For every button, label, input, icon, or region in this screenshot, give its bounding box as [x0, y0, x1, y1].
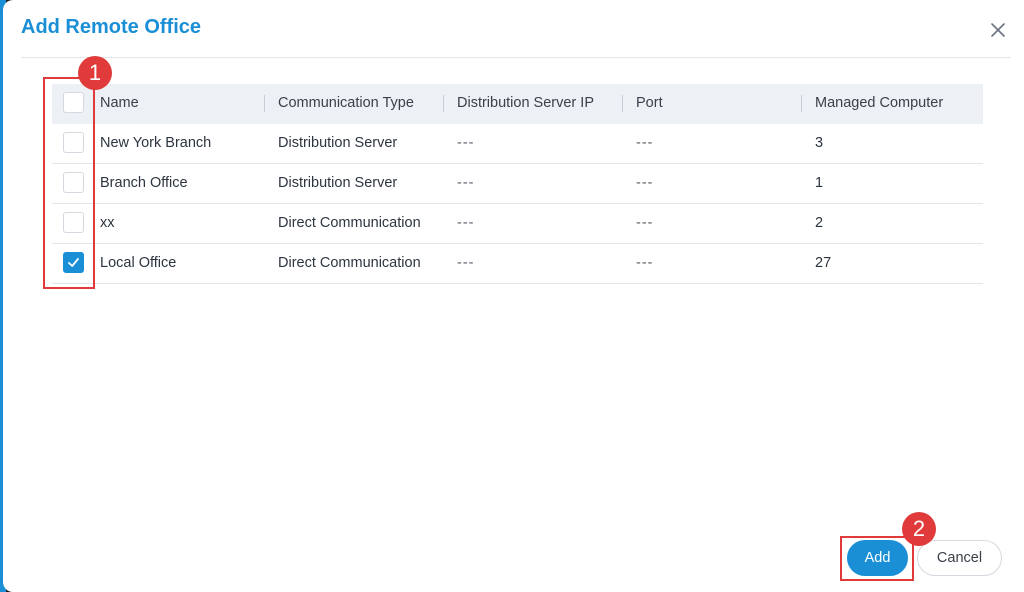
annotation-highlight-checkboxes — [43, 77, 95, 289]
office-name: New York Branch — [100, 135, 212, 151]
port: --- — [636, 135, 654, 151]
annotation-badge-2: 2 — [902, 512, 936, 546]
managed-computer-count: 27 — [815, 255, 832, 271]
communication-type: Direct Communication — [278, 215, 421, 231]
column-divider[interactable] — [622, 95, 623, 112]
managed-computer-count: 1 — [815, 175, 824, 191]
close-icon — [991, 23, 1005, 37]
communication-type: Distribution Server — [278, 135, 398, 151]
communication-type: Direct Communication — [278, 255, 421, 271]
remote-office-table: Name Communication Type Distribution Ser… — [52, 84, 983, 284]
cancel-button[interactable]: Cancel — [917, 540, 1002, 576]
title-divider — [21, 57, 1011, 58]
table-row[interactable]: Branch Office Distribution Server --- --… — [52, 164, 983, 204]
distribution-server-ip: --- — [457, 255, 475, 271]
distribution-server-ip: --- — [457, 215, 475, 231]
close-button[interactable] — [988, 20, 1008, 40]
header-communication-type[interactable]: Communication Type — [278, 84, 414, 124]
managed-computer-count: 3 — [815, 135, 824, 151]
port: --- — [636, 255, 654, 271]
communication-type: Distribution Server — [278, 175, 398, 191]
managed-computer-count: 2 — [815, 215, 824, 231]
header-distribution-server-ip[interactable]: Distribution Server IP — [457, 84, 594, 124]
table-row[interactable]: New York Branch Distribution Server --- … — [52, 124, 983, 164]
add-remote-office-dialog: Add Remote Office Name Communication Typ… — [3, 0, 1024, 592]
office-name: xx — [100, 215, 115, 231]
annotation-badge-1: 1 — [78, 56, 112, 90]
distribution-server-ip: --- — [457, 135, 475, 151]
column-divider[interactable] — [264, 95, 265, 112]
office-name: Branch Office — [100, 175, 188, 191]
table-row[interactable]: xx Direct Communication --- --- 2 — [52, 204, 983, 244]
column-divider[interactable] — [801, 95, 802, 112]
table-row[interactable]: Local Office Direct Communication --- --… — [52, 244, 983, 284]
port: --- — [636, 175, 654, 191]
column-divider[interactable] — [443, 95, 444, 112]
distribution-server-ip: --- — [457, 175, 475, 191]
port: --- — [636, 215, 654, 231]
header-managed-computer[interactable]: Managed Computer — [815, 84, 943, 124]
dialog-title: Add Remote Office — [21, 16, 202, 38]
header-port[interactable]: Port — [636, 84, 663, 124]
header-name[interactable]: Name — [100, 84, 139, 124]
table-header: Name Communication Type Distribution Ser… — [52, 84, 983, 124]
office-name: Local Office — [100, 255, 177, 271]
annotation-highlight-add — [840, 536, 914, 581]
